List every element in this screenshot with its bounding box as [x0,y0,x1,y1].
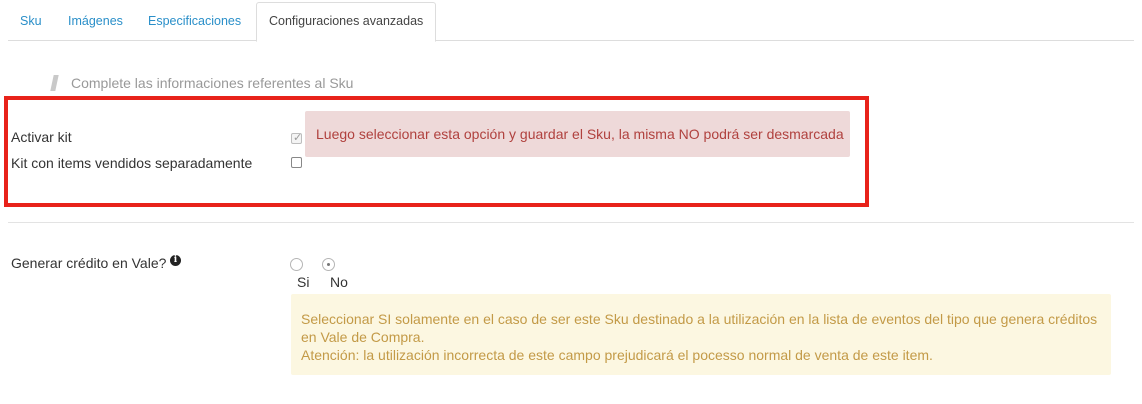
kit-warning-alert: Luego seleccionar esta opción y guardar … [305,111,850,157]
activar-kit-checkbox[interactable]: ✓ [291,132,303,144]
credito-notice-alert: Seleccionar SI solamente en el caso de s… [291,294,1111,375]
info-icon[interactable]: i [170,255,181,266]
section-hint-bar [50,75,59,91]
tab-sku[interactable]: Sku [8,3,54,39]
kit-items-separados-label: Kit con items vendidos separadamente [11,155,253,171]
radio-no-label: No [330,274,348,290]
section-divider [8,222,1134,223]
activar-kit-label: Activar kit [11,129,72,145]
credito-notice-line3: Atención: la utilización incorrecta de e… [301,347,933,363]
tab-especificaciones[interactable]: Especificaciones [136,3,253,39]
credito-notice-line2: en Vale de Compra. [301,329,425,345]
tab-bar: Sku Imágenes Especificaciones Configurac… [8,0,1134,42]
credito-notice-line1: Seleccionar SI solamente en el caso de s… [301,311,1098,327]
tab-configuraciones-avanzadas[interactable]: Configuraciones avanzadas [256,2,437,42]
generar-credito-label: Generar crédito en Vale? [11,255,167,271]
radio-si-label: Si [297,274,310,290]
radio-selected-dot [327,263,330,266]
tab-imagenes[interactable]: Imágenes [56,3,135,39]
kit-items-separados-checkbox[interactable] [291,157,302,168]
check-icon: ✓ [293,132,303,144]
radio-no[interactable] [322,258,335,271]
section-hint: Complete las informaciones referentes al… [71,75,354,91]
radio-si[interactable] [290,258,303,271]
